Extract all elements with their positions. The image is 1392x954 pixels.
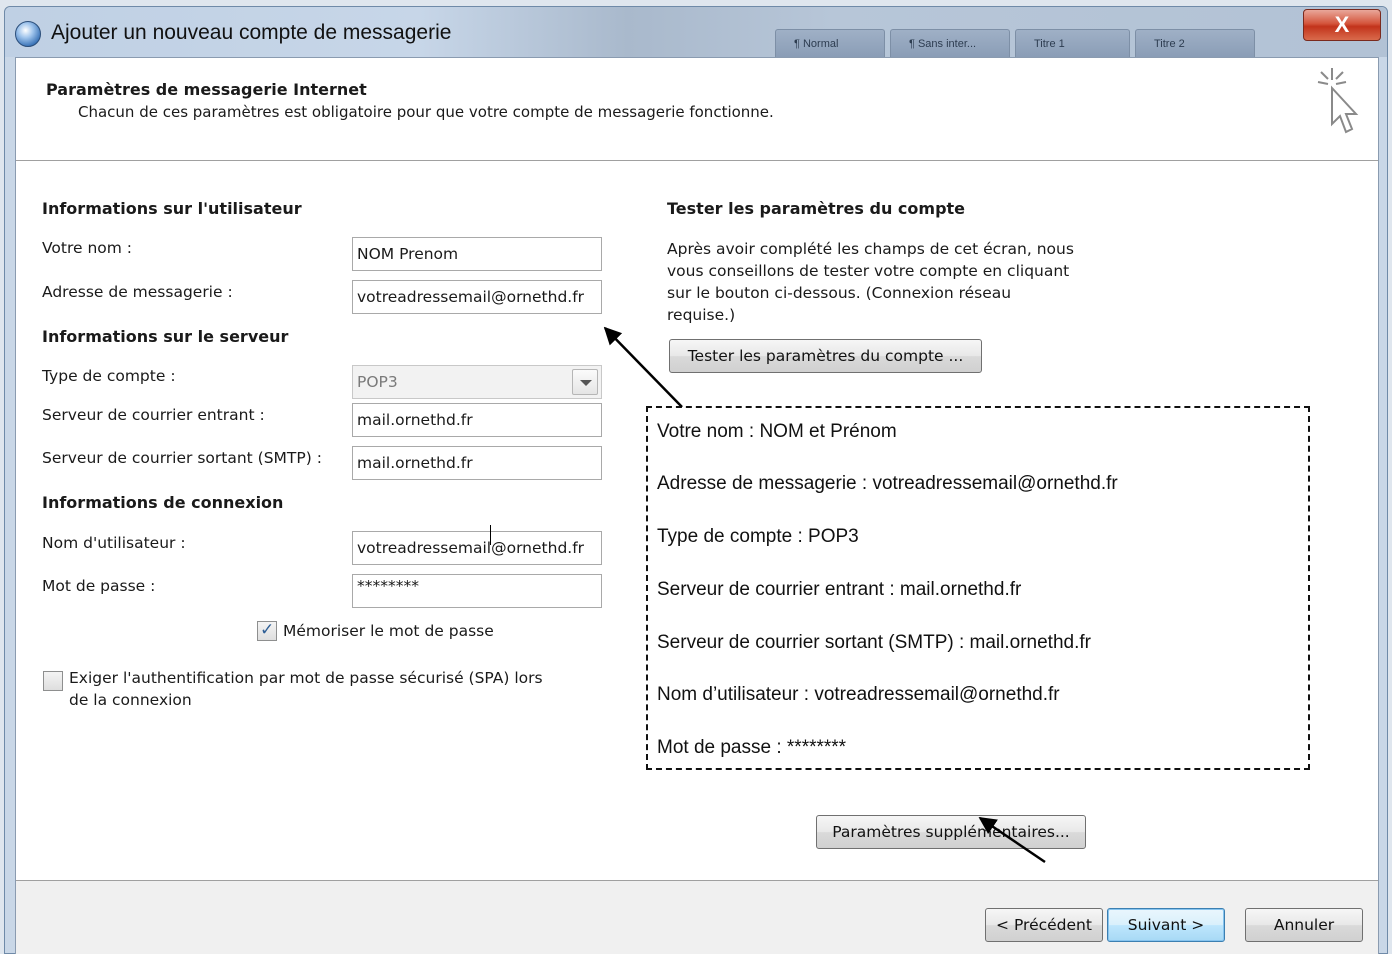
password-input[interactable]: ******** [352, 574, 602, 608]
annotation-line: Serveur de courrier entrant : mail.ornet… [657, 579, 1022, 600]
annotation-line: Nom d’utilisateur : votreadressemail@orn… [657, 684, 1060, 705]
background-style-tab: Titre 1 [1015, 29, 1130, 57]
close-button[interactable]: X [1303, 9, 1381, 41]
account-type-label: Type de compte : [42, 367, 176, 385]
annotation-line: Type de compte : POP3 [657, 526, 859, 547]
annotation-line: Adresse de messagerie : votreadressemail… [657, 473, 1118, 494]
cursor-sparkle-icon [1317, 68, 1359, 134]
account-type-value: POP3 [357, 373, 398, 391]
account-type-select: POP3 [352, 365, 602, 399]
back-button[interactable]: < Précédent [985, 908, 1103, 942]
test-description-line: vous conseillons de tester votre compte … [667, 262, 1070, 280]
remember-password-label: Mémoriser le mot de passe [283, 622, 494, 640]
remember-password-checkbox[interactable] [257, 620, 277, 641]
password-label: Mot de passe : [42, 577, 156, 595]
test-description-line: requise.) [667, 306, 736, 324]
background-style-tab: Titre 2 [1135, 29, 1255, 57]
cancel-button[interactable]: Annuler [1245, 908, 1363, 942]
name-label: Votre nom : [42, 239, 133, 257]
header-band: Paramètres de messagerie Internet Chacun… [16, 58, 1378, 161]
test-description-line: Après avoir complété les champs de cet é… [667, 240, 1074, 258]
background-style-tab: ¶ Normal [775, 29, 885, 57]
background-style-tab: ¶ Sans inter... [890, 29, 1010, 57]
username-input[interactable]: votreadressemail@ornethd.fr [352, 531, 602, 565]
next-button[interactable]: Suivant > [1107, 908, 1225, 942]
text-caret [490, 525, 491, 545]
server-info-title: Informations sur le serveur [42, 327, 289, 346]
spa-checkbox[interactable] [43, 671, 63, 691]
header-subtitle: Chacun de ces paramètres est obligatoire… [78, 103, 774, 121]
title-bar[interactable]: Ajouter un nouveau compte de messagerie … [5, 7, 1387, 57]
incoming-server-label: Serveur de courrier entrant : [42, 406, 265, 424]
window-title: Ajouter un nouveau compte de messagerie [51, 21, 452, 44]
user-info-title: Informations sur l'utilisateur [42, 199, 302, 218]
test-description-line: sur le bouton ci-dessous. (Connexion rés… [667, 284, 1012, 302]
outgoing-server-input[interactable]: mail.ornethd.fr [352, 446, 602, 480]
more-settings-button[interactable]: Paramètres supplémentaires... [816, 815, 1086, 849]
test-account-button[interactable]: Tester les paramètres du compte ... [669, 339, 982, 373]
login-info-title: Informations de connexion [42, 493, 284, 512]
email-label: Adresse de messagerie : [42, 283, 233, 301]
globe-icon [15, 21, 41, 47]
name-input[interactable]: NOM Prenom [352, 237, 602, 271]
spa-label-line2: de la connexion [69, 691, 192, 709]
chevron-down-icon [572, 369, 598, 395]
spa-label-line1: Exiger l'authentification par mot de pas… [69, 669, 543, 687]
annotation-line: Serveur de courrier sortant (SMTP) : mai… [657, 632, 1091, 653]
outgoing-server-label: Serveur de courrier sortant (SMTP) : [42, 449, 322, 467]
incoming-server-input[interactable]: mail.ornethd.fr [352, 403, 602, 437]
annotation-line: Mot de passe : ******** [657, 737, 847, 758]
email-input[interactable]: votreadressemail@ornethd.fr [352, 280, 602, 314]
username-label: Nom d'utilisateur : [42, 534, 186, 552]
annotation-line: Votre nom : NOM et Prénom [657, 421, 897, 442]
test-section-title: Tester les paramètres du compte [667, 199, 966, 218]
header-title: Paramètres de messagerie Internet [46, 80, 367, 99]
